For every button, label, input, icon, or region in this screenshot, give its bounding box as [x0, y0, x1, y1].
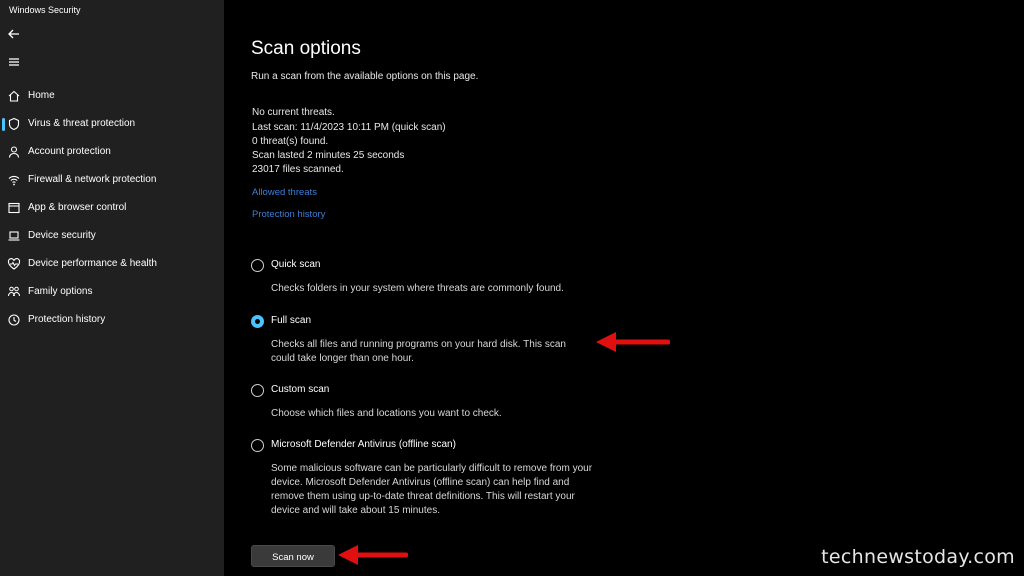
watermark: technewstoday.com: [821, 546, 1015, 568]
wifi-icon: [8, 175, 20, 186]
sidebar: Home Virus & threat protection Account p…: [0, 20, 224, 576]
app-window-icon: [8, 202, 20, 214]
menu-button[interactable]: [4, 52, 26, 74]
offline-scan-description: Some malicious software can be particula…: [271, 463, 593, 516]
page-title: Scan options: [251, 38, 361, 59]
sidebar-item-device-performance[interactable]: Device performance & health: [0, 252, 224, 276]
protection-history-link[interactable]: Protection history: [252, 209, 325, 220]
full-scan-radio[interactable]: [251, 315, 264, 328]
custom-scan-description: Choose which files and locations you wan…: [271, 408, 502, 419]
annotation-arrow-icon: [338, 545, 408, 565]
back-arrow-icon: [8, 29, 19, 39]
sidebar-item-label: Protection history: [28, 314, 106, 325]
sidebar-item-label: Home: [28, 90, 55, 101]
status-no-threats: No current threats.: [252, 107, 335, 118]
offline-scan-label[interactable]: Microsoft Defender Antivirus (offline sc…: [271, 439, 456, 450]
heart-pulse-icon: [7, 258, 21, 270]
shield-icon: [8, 117, 20, 131]
status-scan-duration: Scan lasted 2 minutes 25 seconds: [252, 150, 405, 161]
sidebar-item-app-browser-control[interactable]: App & browser control: [0, 196, 224, 220]
sidebar-item-account-protection[interactable]: Account protection: [0, 140, 224, 164]
sidebar-item-label: Device security: [28, 230, 96, 241]
active-indicator: [2, 118, 5, 131]
sidebar-item-label: Device performance & health: [28, 258, 157, 269]
quick-scan-radio[interactable]: [251, 259, 264, 272]
sidebar-item-label: Family options: [28, 286, 93, 297]
sidebar-item-family-options[interactable]: Family options: [0, 280, 224, 304]
status-files-scanned: 23017 files scanned.: [252, 164, 344, 175]
sidebar-item-home[interactable]: Home: [0, 84, 224, 108]
sidebar-item-label: App & browser control: [28, 202, 127, 213]
sidebar-item-virus-threat-protection[interactable]: Virus & threat protection: [0, 112, 224, 136]
sidebar-item-firewall[interactable]: Firewall & network protection: [0, 168, 224, 192]
quick-scan-label[interactable]: Quick scan: [271, 259, 320, 270]
status-threats-found: 0 threat(s) found.: [252, 136, 329, 147]
allowed-threats-link[interactable]: Allowed threats: [252, 187, 317, 198]
main-content: Scan options Run a scan from the availab…: [224, 0, 1024, 576]
person-icon: [8, 146, 20, 158]
full-scan-description: Checks all files and running programs on…: [271, 339, 566, 364]
sidebar-item-label: Account protection: [28, 146, 111, 157]
sidebar-item-protection-history[interactable]: Protection history: [0, 308, 224, 332]
sidebar-item-label: Firewall & network protection: [28, 174, 157, 185]
home-icon: [8, 90, 20, 102]
full-scan-label[interactable]: Full scan: [271, 315, 311, 326]
status-last-scan: Last scan: 11/4/2023 10:11 PM (quick sca…: [252, 122, 446, 133]
quick-scan-description: Checks folders in your system where thre…: [271, 283, 564, 294]
custom-scan-label[interactable]: Custom scan: [271, 384, 329, 395]
sidebar-item-label: Virus & threat protection: [28, 118, 136, 129]
history-icon: [8, 314, 20, 326]
offline-scan-radio[interactable]: [251, 439, 264, 452]
laptop-icon: [8, 231, 20, 241]
page-subtitle: Run a scan from the available options on…: [251, 71, 479, 82]
sidebar-item-device-security[interactable]: Device security: [0, 224, 224, 248]
window-title: Windows Security: [9, 5, 81, 15]
annotation-arrow-icon: [596, 332, 670, 352]
scan-now-button[interactable]: Scan now: [251, 545, 335, 567]
family-icon: [8, 286, 20, 297]
custom-scan-radio[interactable]: [251, 384, 264, 397]
back-button[interactable]: [4, 24, 26, 46]
hamburger-menu-icon: [9, 58, 19, 66]
title-bar: Windows Security: [0, 0, 224, 20]
